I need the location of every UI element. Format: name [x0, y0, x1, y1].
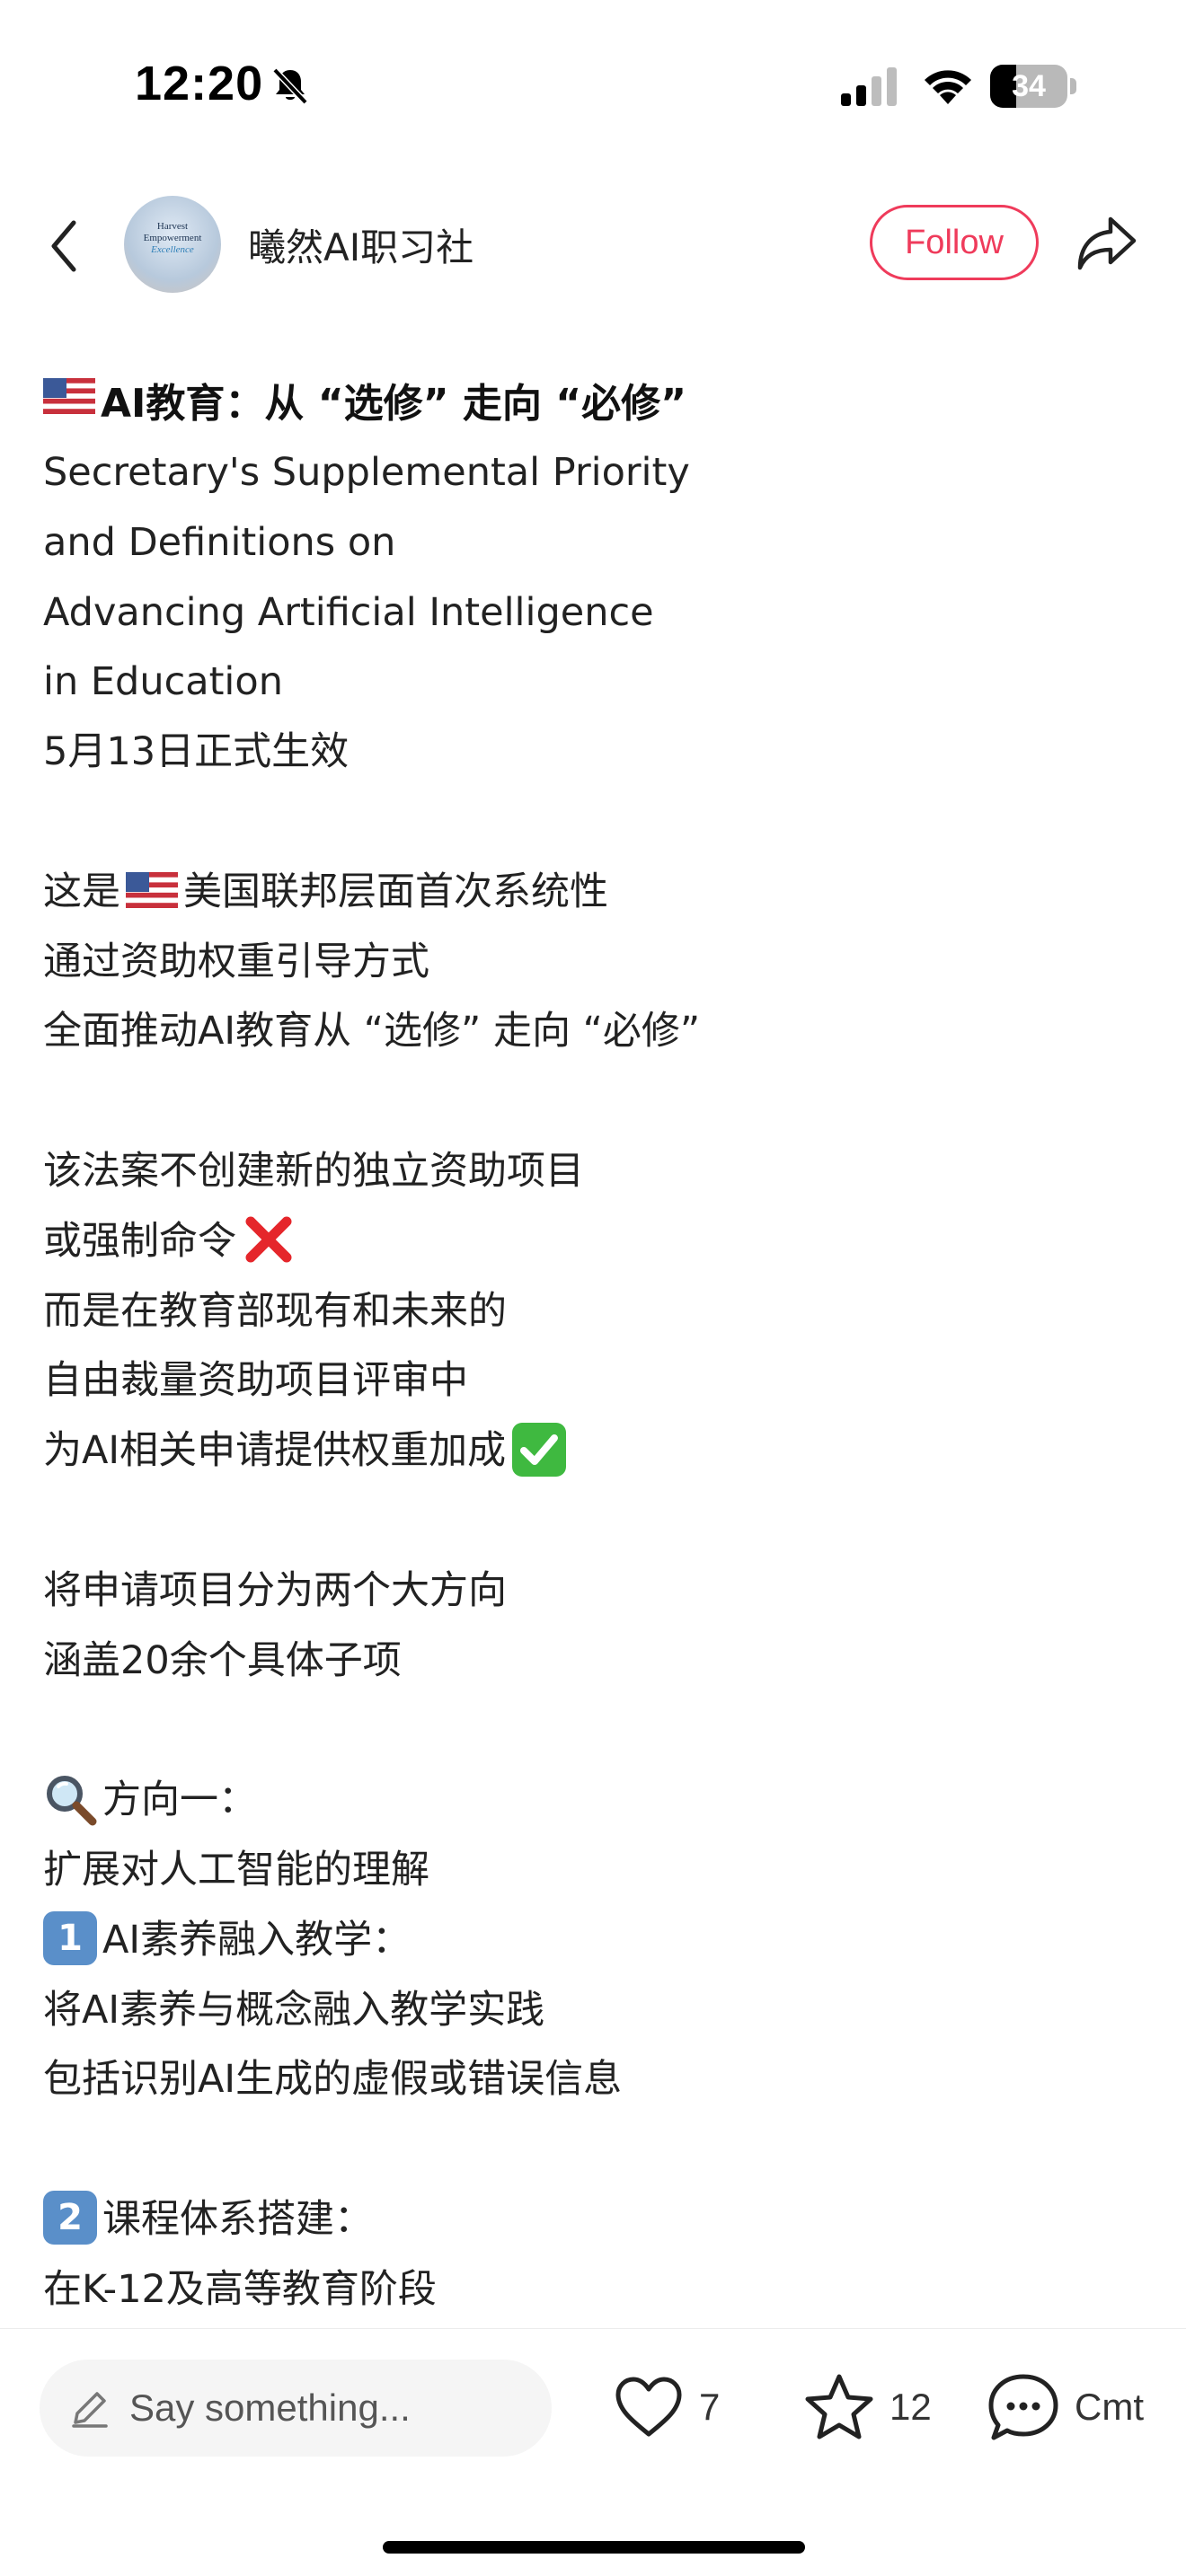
text-line: 包括识别AI生成的虚假或错误信息 — [43, 2057, 623, 2103]
text-line: 2 课程体系搭建： — [43, 2185, 1157, 2255]
text-line: 方向一： — [43, 1766, 1157, 1836]
us-flag-emoji — [43, 378, 95, 414]
post-header: Harvest Empowerment Excellence 曦然AI职习社 F… — [0, 171, 1186, 314]
text-line: and Definitions on — [43, 519, 396, 565]
text-line: 自由裁量资助项目评审中 — [43, 1358, 468, 1404]
post-title: AI教育：从 “选修” 走向 “必修” — [43, 361, 1157, 438]
account-name[interactable]: 曦然AI职习社 — [248, 217, 474, 272]
text-line: 扩展对人工智能的理解 — [43, 1847, 429, 1892]
us-flag-emoji — [126, 872, 178, 909]
favorite-count: 12 — [890, 2386, 932, 2428]
share-icon[interactable] — [1075, 212, 1139, 273]
text-line: 5月13日正式生效 — [43, 729, 350, 775]
cellular-signal-icon — [841, 67, 897, 106]
bottom-action-bar: Say something... 7 12 Cmt — [0, 2328, 1186, 2576]
text-line: 通过资助权重引导方式 — [43, 939, 429, 984]
pencil-icon — [72, 2392, 108, 2428]
like-count: 7 — [699, 2386, 721, 2428]
text-line: in Education — [43, 659, 283, 705]
text-line: 这是 美国联邦层面首次系统性 — [43, 869, 608, 914]
text-line: 全面推动AI教育从 “选修” 走向 “必修” — [43, 1009, 701, 1054]
keycap-2-emoji: 2 — [43, 2191, 97, 2245]
text-line: 为AI相关申请提供权重加成 — [43, 1416, 1157, 1486]
check-mark-emoji — [512, 1422, 567, 1477]
text-line: 1 AI素养融入教学： — [43, 1906, 1157, 1976]
status-bar: 12:20 34 — [0, 0, 1186, 171]
comment-button[interactable]: Cmt — [987, 2367, 1144, 2448]
text-line: Advancing Artificial Intelligence — [43, 589, 654, 635]
battery-level: 34 — [1012, 69, 1046, 103]
bell-slash-icon — [272, 67, 308, 105]
text-line: 涵盖20余个具体子项 — [43, 1637, 402, 1683]
comment-label: Cmt — [1075, 2386, 1144, 2428]
wifi-icon — [925, 70, 971, 104]
keycap-1-emoji: 1 — [43, 1911, 97, 1966]
comment-input[interactable]: Say something... — [40, 2360, 552, 2457]
text-line: Secretary's Supplemental Priority — [43, 450, 690, 495]
text-line: 该法案不创建新的独立资助项目 — [43, 1148, 584, 1194]
star-icon — [805, 2374, 873, 2439]
favorite-button[interactable]: 12 — [803, 2367, 932, 2448]
status-time: 12:20 — [135, 57, 264, 110]
avatar[interactable]: Harvest Empowerment Excellence — [124, 196, 221, 293]
text-line: 将AI素养与概念融入教学实践 — [43, 1987, 545, 2033]
text-line: 或强制命令 — [43, 1207, 1157, 1277]
text-line: 将申请项目分为两个大方向 — [43, 1567, 507, 1613]
heart-icon — [615, 2377, 682, 2437]
like-button[interactable]: 7 — [613, 2367, 720, 2448]
back-chevron-icon[interactable] — [43, 217, 88, 275]
battery-icon: 34 — [990, 65, 1076, 108]
avatar-logo-text: Harvest Empowerment Excellence — [143, 221, 202, 255]
comment-bubble-icon — [988, 2374, 1058, 2440]
magnifier-emoji — [47, 1775, 97, 1826]
post-body: AI教育：从 “选修” 走向 “必修” Secretary's Suppleme… — [43, 361, 1157, 2325]
follow-button[interactable]: Follow — [870, 205, 1039, 280]
home-indicator[interactable] — [383, 2541, 805, 2554]
cross-mark-emoji — [245, 1216, 292, 1263]
text-line: 在K-12及高等教育阶段 — [43, 2266, 437, 2312]
comment-placeholder: Say something... — [129, 2386, 411, 2429]
text-line: 而是在教育部现有和未来的 — [43, 1288, 507, 1334]
